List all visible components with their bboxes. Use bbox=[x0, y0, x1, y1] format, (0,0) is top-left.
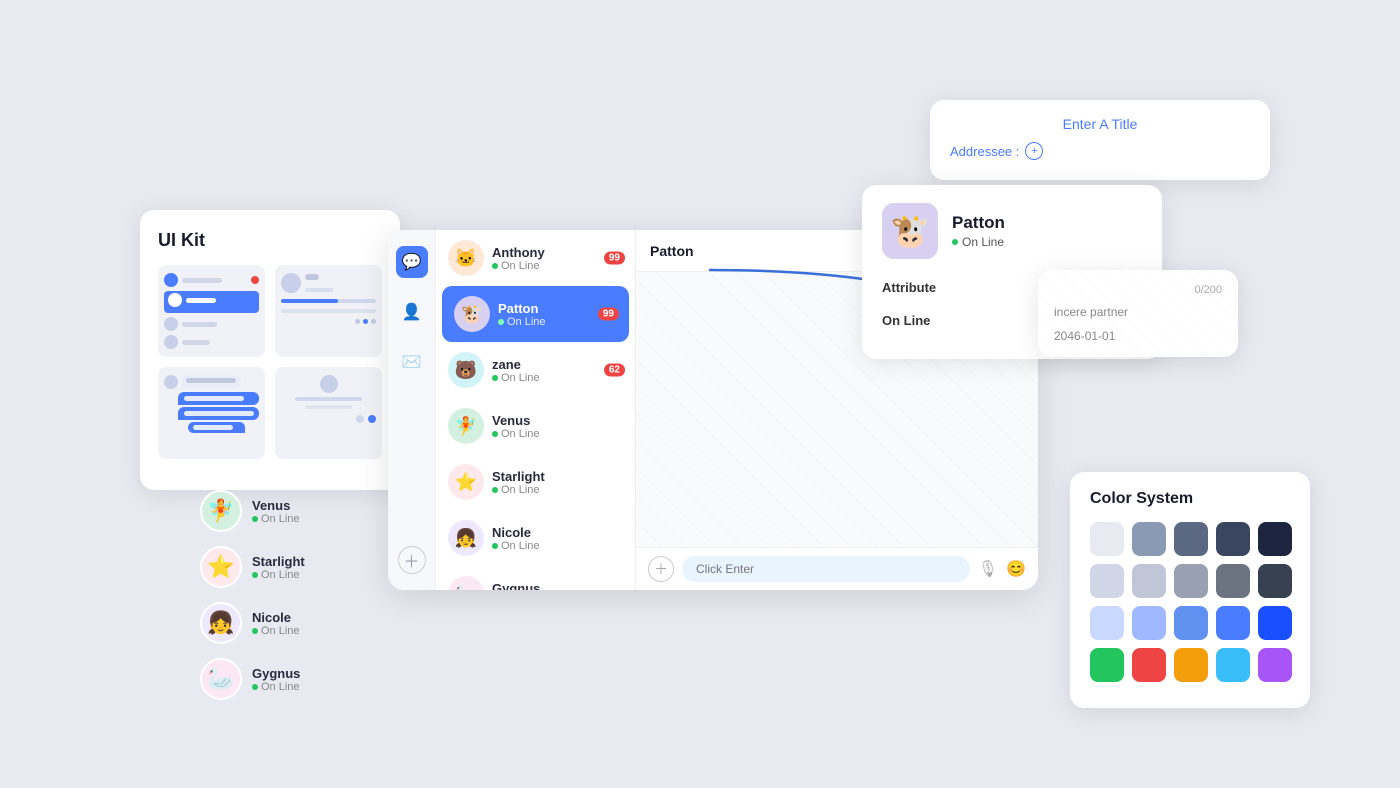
chat-contacts-panel: 🐱 Anthony On Line 99 🐮 Patton On Line 99 bbox=[436, 230, 636, 590]
patton-name: Patton bbox=[952, 213, 1005, 233]
cr-badge-zane: 62 bbox=[604, 364, 625, 377]
contact-row-gygnus[interactable]: 🦢 Gygnus On Line bbox=[436, 566, 635, 590]
addressee-add-button[interactable]: + bbox=[1025, 142, 1043, 160]
contact-row-anthony[interactable]: 🐱 Anthony On Line 99 bbox=[436, 230, 635, 286]
float-status-venus: On Line bbox=[252, 513, 300, 525]
cr-status-nicole: On Line bbox=[492, 540, 540, 552]
patton-avatar: 🐮 bbox=[882, 203, 938, 259]
ui-kit-thumb-4 bbox=[275, 367, 382, 459]
contact-row-patton[interactable]: 🐮 Patton On Line 99 bbox=[442, 286, 629, 342]
nav-chat-icon[interactable]: 💬 bbox=[396, 246, 428, 278]
color-swatch[interactable] bbox=[1174, 648, 1208, 682]
patton-card-header: 🐮 Patton On Line bbox=[882, 203, 1142, 259]
color-swatch[interactable] bbox=[1258, 564, 1292, 598]
contact-row-nicole[interactable]: 👧 Nicole On Line bbox=[436, 510, 635, 566]
cr-name-gygnus: Gygnus bbox=[492, 581, 540, 591]
chat-input[interactable] bbox=[682, 556, 970, 582]
float-name-starlight: Starlight bbox=[252, 554, 305, 569]
color-swatch-row bbox=[1090, 522, 1290, 556]
cr-status-zane: On Line bbox=[492, 372, 540, 384]
color-swatch-row bbox=[1090, 606, 1290, 640]
color-swatch[interactable] bbox=[1174, 522, 1208, 556]
color-swatch[interactable] bbox=[1132, 522, 1166, 556]
attribute-label: Attribute bbox=[882, 280, 936, 295]
ui-kit-grid bbox=[158, 265, 382, 459]
cr-status-patton: On Line bbox=[498, 316, 546, 328]
color-swatch[interactable] bbox=[1216, 564, 1250, 598]
color-swatch[interactable] bbox=[1258, 606, 1292, 640]
new-msg-addressee: Addressee : + bbox=[950, 142, 1250, 160]
chat-sidebar-nav: 💬 👤 ✉️ ＋ bbox=[388, 230, 436, 590]
ui-kit-thumb-2 bbox=[275, 265, 382, 357]
info-counter: 0/200 bbox=[1054, 284, 1222, 296]
color-swatch[interactable] bbox=[1174, 606, 1208, 640]
nav-profile-icon[interactable]: 👤 bbox=[396, 296, 428, 328]
float-status-starlight: On Line bbox=[252, 569, 305, 581]
color-rows bbox=[1090, 522, 1290, 682]
color-system-title: Color System bbox=[1090, 490, 1290, 508]
nav-add-icon[interactable]: ＋ bbox=[398, 546, 426, 574]
ui-kit-thumb-1 bbox=[158, 265, 265, 357]
color-swatch[interactable] bbox=[1090, 564, 1124, 598]
patton-status: On Line bbox=[952, 235, 1005, 249]
color-swatch[interactable] bbox=[1132, 564, 1166, 598]
color-swatch[interactable] bbox=[1174, 564, 1208, 598]
float-status-nicole: On Line bbox=[252, 625, 300, 637]
color-swatch[interactable] bbox=[1090, 648, 1124, 682]
new-msg-title: Enter A Title bbox=[950, 116, 1250, 132]
float-contact-gygnus[interactable]: 🦢 Gygnus On Line bbox=[200, 658, 305, 700]
cr-name-nicole: Nicole bbox=[492, 525, 540, 540]
ui-kit-thumb-3 bbox=[158, 367, 265, 459]
cr-badge-patton: 99 bbox=[598, 308, 619, 321]
cr-status-anthony: On Line bbox=[492, 260, 545, 272]
cr-name-zane: zane bbox=[492, 357, 540, 372]
color-swatch[interactable] bbox=[1090, 522, 1124, 556]
cr-name-venus: Venus bbox=[492, 413, 540, 428]
contact-list-float: 🧚 Venus On Line ⭐ Starlight On Line 👧 Ni… bbox=[200, 490, 305, 714]
color-swatch[interactable] bbox=[1132, 606, 1166, 640]
cr-status-starlight: On Line bbox=[492, 484, 545, 496]
cr-name-anthony: Anthony bbox=[492, 245, 545, 260]
cr-name-starlight: Starlight bbox=[492, 469, 545, 484]
color-swatch-row bbox=[1090, 648, 1290, 682]
color-swatch[interactable] bbox=[1258, 648, 1292, 682]
float-status-gygnus: On Line bbox=[252, 681, 300, 693]
float-contact-venus[interactable]: 🧚 Venus On Line bbox=[200, 490, 305, 532]
online-label: On Line bbox=[882, 313, 930, 328]
color-swatch[interactable] bbox=[1216, 648, 1250, 682]
contact-row-starlight[interactable]: ⭐ Starlight On Line bbox=[436, 454, 635, 510]
float-contact-starlight[interactable]: ⭐ Starlight On Line bbox=[200, 546, 305, 588]
new-message-card: Enter A Title Addressee : + bbox=[930, 100, 1270, 180]
color-swatch[interactable] bbox=[1258, 522, 1292, 556]
float-name-nicole: Nicole bbox=[252, 610, 300, 625]
nav-email-icon[interactable]: ✉️ bbox=[396, 346, 428, 378]
cr-badge-anthony: 99 bbox=[604, 252, 625, 265]
float-name-gygnus: Gygnus bbox=[252, 666, 300, 681]
chat-add-button[interactable]: ＋ bbox=[648, 556, 674, 582]
color-swatch[interactable] bbox=[1132, 648, 1166, 682]
color-swatch[interactable] bbox=[1090, 606, 1124, 640]
cr-status-venus: On Line bbox=[492, 428, 540, 440]
float-name-venus: Venus bbox=[252, 498, 300, 513]
chat-header-name: Patton bbox=[650, 243, 694, 259]
contact-row-zane[interactable]: 🐻 zane On Line 62 bbox=[436, 342, 635, 398]
cr-name-patton: Patton bbox=[498, 301, 546, 316]
chat-voice-button[interactable]: 🎙 bbox=[978, 559, 998, 579]
info-date: 2046-01-01 bbox=[1054, 329, 1222, 343]
contact-row-venus[interactable]: 🧚 Venus On Line bbox=[436, 398, 635, 454]
info-panel: 0/200 incere partner 2046-01-01 bbox=[1038, 270, 1238, 357]
addressee-label: Addressee : bbox=[950, 144, 1019, 159]
ui-kit-card: UI Kit bbox=[140, 210, 400, 490]
color-system-card: Color System bbox=[1070, 472, 1310, 708]
ui-kit-title: UI Kit bbox=[158, 230, 382, 251]
color-swatch-row bbox=[1090, 564, 1290, 598]
chat-emoji-button[interactable]: 😊 bbox=[1006, 559, 1026, 579]
chat-footer: ＋ 🎙 😊 bbox=[636, 547, 1038, 590]
float-contact-nicole[interactable]: 👧 Nicole On Line bbox=[200, 602, 305, 644]
info-text: incere partner bbox=[1054, 304, 1222, 321]
color-swatch[interactable] bbox=[1216, 522, 1250, 556]
color-swatch[interactable] bbox=[1216, 606, 1250, 640]
